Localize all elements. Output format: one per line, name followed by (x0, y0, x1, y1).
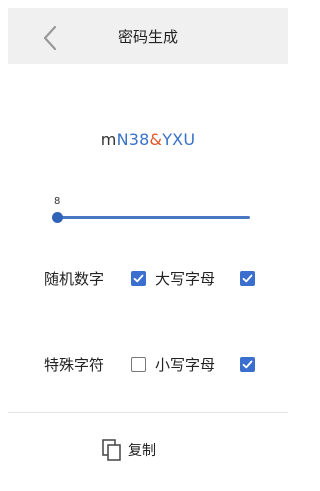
random-digits-label[interactable]: 随机数字 (44, 268, 104, 289)
lowercase-checkbox[interactable] (240, 357, 255, 372)
password-segment: m (100, 130, 117, 149)
check-icon (133, 274, 144, 283)
generated-password: mN38&YXU (0, 130, 296, 149)
uppercase-label[interactable]: 大写字母 (155, 268, 215, 289)
copy-button[interactable]: 复制 (102, 438, 156, 462)
password-segment: YXU (162, 130, 196, 149)
lowercase-label[interactable]: 小写字母 (155, 354, 215, 375)
check-icon (242, 274, 253, 283)
special-chars-label[interactable]: 特殊字符 (44, 354, 104, 375)
password-segment: & (149, 130, 163, 149)
check-icon (242, 360, 253, 369)
special-chars-checkbox[interactable] (131, 357, 146, 372)
divider (8, 412, 288, 413)
length-slider-thumb[interactable] (52, 212, 63, 223)
length-slider-track[interactable] (56, 216, 250, 219)
header-bar: 密码生成 (8, 8, 288, 64)
copy-button-label: 复制 (128, 443, 156, 459)
length-value: 8 (54, 196, 61, 207)
uppercase-checkbox[interactable] (240, 271, 255, 286)
random-digits-checkbox[interactable] (131, 271, 146, 286)
copy-icon (102, 439, 121, 461)
page-title: 密码生成 (117, 28, 178, 46)
password-segment: N38 (116, 130, 150, 149)
